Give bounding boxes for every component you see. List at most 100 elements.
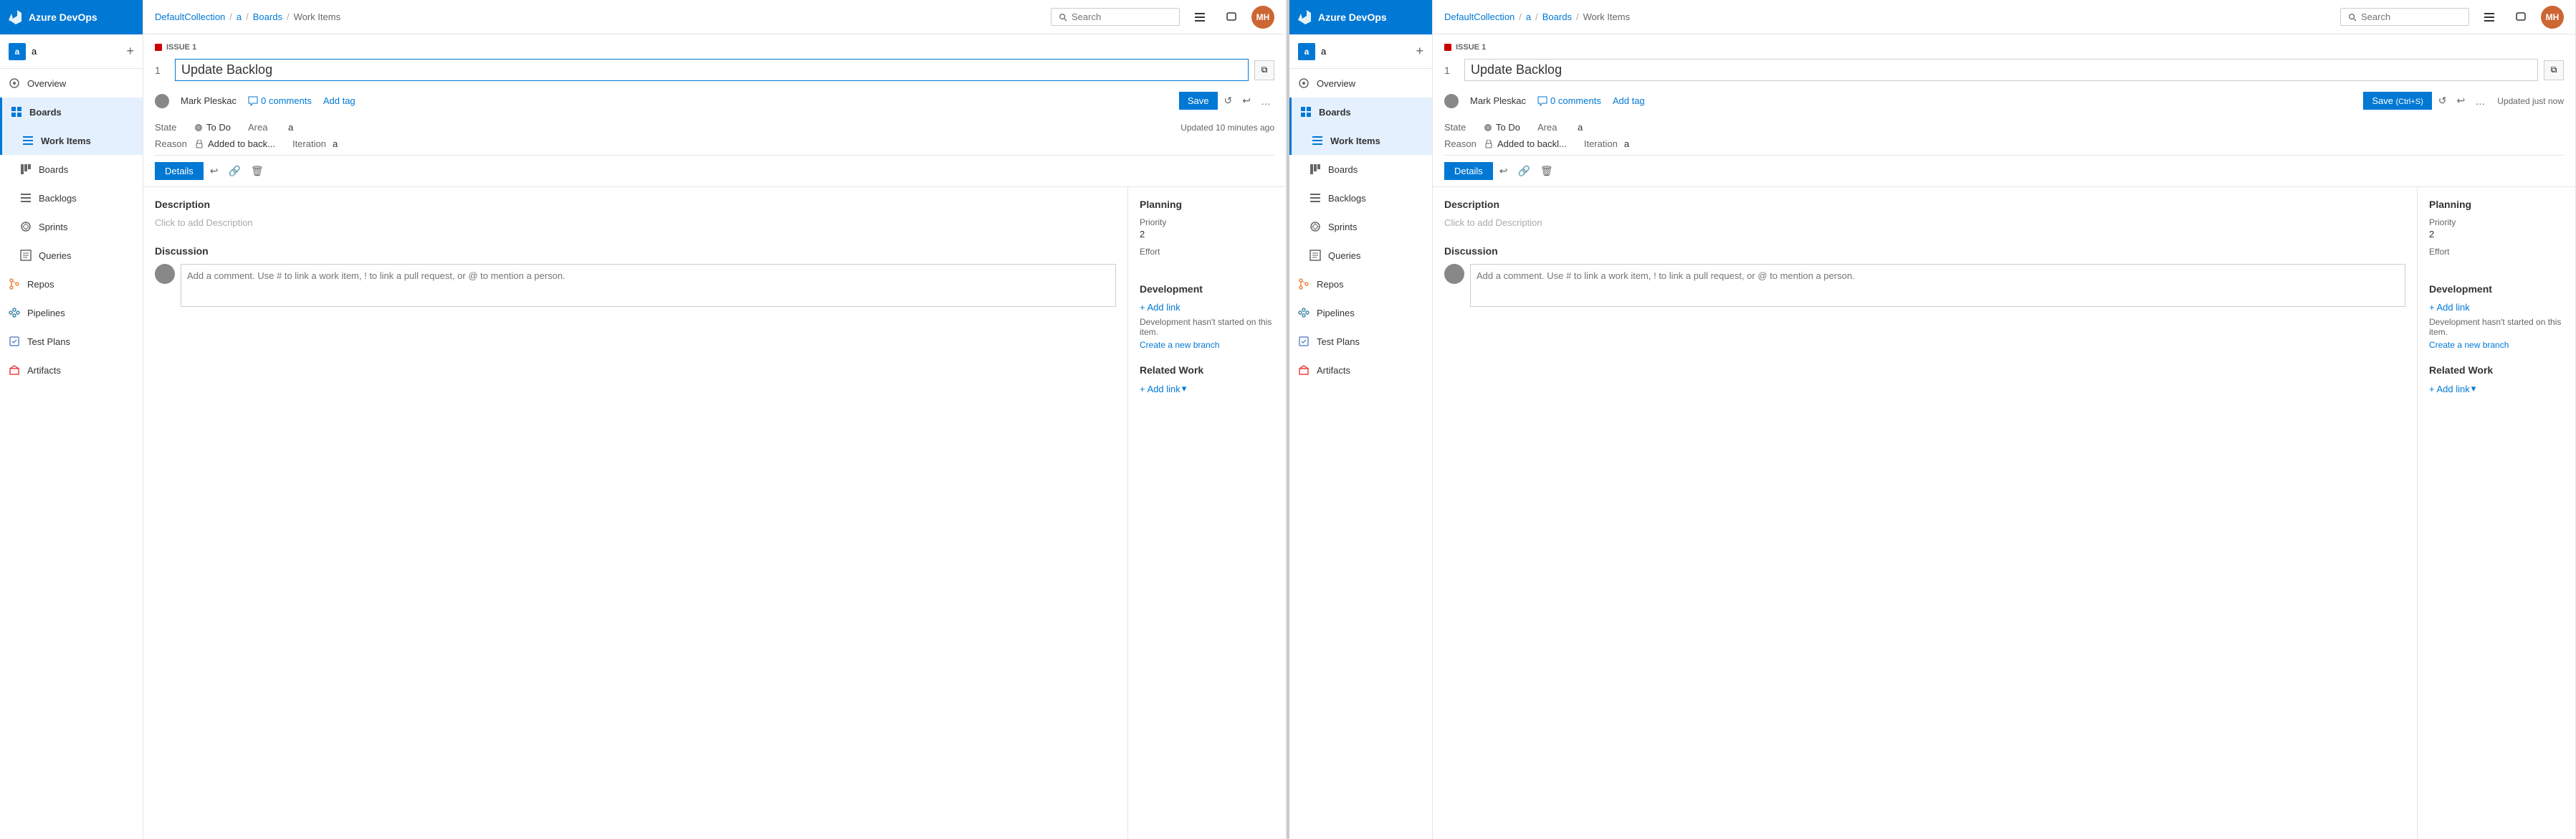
comment-input-right[interactable]	[1470, 264, 2405, 307]
details-tab-left[interactable]: Details	[155, 162, 204, 180]
sidebar-item-artifacts-right[interactable]: Artifacts	[1289, 356, 1432, 384]
sidebar-item-overview-right[interactable]: Overview	[1289, 69, 1432, 98]
more-button-left[interactable]: …	[1257, 92, 1274, 110]
discussion-section-left: Discussion	[155, 245, 1116, 307]
save-button-right[interactable]: Save (Ctrl+S)	[2363, 92, 2431, 110]
sidebar-item-repos-right[interactable]: Repos	[1289, 270, 1432, 298]
breadcrumb-boards-right[interactable]: Boards	[1542, 11, 1572, 22]
sidebar-item-sprints-left[interactable]: Sprints	[0, 212, 143, 241]
iteration-value-left[interactable]: a	[333, 138, 338, 149]
description-title-right: Description	[1444, 199, 2405, 210]
copy-title-button-right[interactable]: ⧉	[2544, 60, 2564, 80]
reason-row-right: Reason Added to backl... Iteration a	[1444, 136, 2564, 155]
sidebar-item-boards2-right[interactable]: Boards	[1289, 155, 1432, 184]
state-value-right[interactable]: To Do	[1496, 122, 1520, 133]
overview-label-right: Overview	[1317, 78, 1355, 89]
add-tag-left[interactable]: Add tag	[323, 95, 356, 106]
area-value-right[interactable]: a	[1578, 122, 1583, 133]
sidebar-item-pipelines-left[interactable]: Pipelines	[0, 298, 143, 327]
area-value-left[interactable]: a	[288, 122, 293, 133]
history-tab-right[interactable]: ↩	[1496, 161, 1512, 181]
sidebar-item-testplans-right[interactable]: Test Plans	[1289, 327, 1432, 356]
effort-value-left[interactable]	[1140, 258, 1274, 269]
add-project-button-left[interactable]: +	[126, 44, 134, 59]
description-placeholder-left[interactable]: Click to add Description	[155, 217, 1116, 228]
related-add-link-right[interactable]: + Add link ▾	[2429, 383, 2564, 394]
sidebar-item-boards-right[interactable]: Boards	[1289, 98, 1432, 126]
delete-tab-right[interactable]: 🗑	[1537, 161, 1557, 181]
undo-button-right[interactable]: ↩	[2453, 91, 2469, 110]
workitems-icon-left	[22, 135, 34, 146]
sidebar-item-queries-right[interactable]: Queries	[1289, 241, 1432, 270]
title-input-left[interactable]	[175, 59, 1249, 81]
author-name-right: Mark Pleskac	[1470, 95, 1526, 106]
comment-input-left[interactable]	[181, 264, 1116, 307]
sidebar-item-artifacts-left[interactable]: Artifacts	[0, 356, 143, 384]
col-left-left: Description Click to add Description Dis…	[143, 187, 1128, 839]
sidebar-item-overview-left[interactable]: Overview	[0, 69, 143, 98]
breadcrumb-a-left[interactable]: a	[237, 11, 242, 22]
copy-title-button-left[interactable]: ⧉	[1254, 60, 1274, 80]
sprints-icon-right	[1310, 221, 1321, 232]
iteration-value-right[interactable]: a	[1624, 138, 1629, 149]
comments-link-left[interactable]: 0 comments	[248, 95, 312, 106]
lock-icon-right	[1484, 140, 1493, 148]
description-placeholder-right[interactable]: Click to add Description	[1444, 217, 2405, 228]
add-tag-right[interactable]: Add tag	[1613, 95, 1645, 106]
search-box-left[interactable]	[1051, 8, 1180, 26]
view-toggle-right[interactable]	[2478, 6, 2501, 29]
sidebar-item-boards-left[interactable]: Boards	[0, 98, 143, 126]
state-value-left[interactable]: To Do	[206, 122, 231, 133]
sidebar-item-workitems-right[interactable]: Work Items	[1289, 126, 1432, 155]
add-project-button-right[interactable]: +	[1416, 44, 1423, 59]
add-link-button-left[interactable]: + Add link	[1140, 302, 1274, 313]
sidebar-item-pipelines-right[interactable]: Pipelines	[1289, 298, 1432, 327]
user-avatar-left[interactable]: MH	[1251, 6, 1274, 29]
breadcrumb-defaultcollection-left[interactable]: DefaultCollection	[155, 11, 225, 22]
create-branch-link-left[interactable]: Create a new branch	[1140, 340, 1274, 350]
queries-icon-left	[20, 250, 32, 261]
priority-value-right[interactable]: 2	[2429, 229, 2564, 240]
sidebar-item-backlogs-right[interactable]: Backlogs	[1289, 184, 1432, 212]
timestamp-left: Updated 10 minutes ago	[1180, 123, 1274, 133]
two-col-right: Description Click to add Description Dis…	[1433, 187, 2575, 839]
comments-link-right[interactable]: 0 comments	[1537, 95, 1601, 106]
sidebar-item-backlogs-left[interactable]: Backlogs	[0, 184, 143, 212]
notifications-left[interactable]	[1220, 6, 1243, 29]
priority-value-left[interactable]: 2	[1140, 229, 1274, 240]
add-link-button-right[interactable]: + Add link	[2429, 302, 2564, 313]
breadcrumb-defaultcollection-right[interactable]: DefaultCollection	[1444, 11, 1514, 22]
reason-value-left[interactable]: Added to back...	[208, 138, 275, 149]
sidebar-item-queries-left[interactable]: Queries	[0, 241, 143, 270]
refresh-button-right[interactable]: ↺	[2435, 91, 2451, 110]
reason-value-right[interactable]: Added to backl...	[1497, 138, 1567, 149]
search-box-right[interactable]	[2340, 8, 2469, 26]
breadcrumb-boards-left[interactable]: Boards	[253, 11, 282, 22]
more-button-right[interactable]: …	[2471, 92, 2489, 110]
history-tab-left[interactable]: ↩	[206, 161, 222, 181]
sidebar-item-sprints-right[interactable]: Sprints	[1289, 212, 1432, 241]
notifications-right[interactable]	[2509, 6, 2532, 29]
view-toggle-left[interactable]	[1188, 6, 1211, 29]
sidebar-item-testplans-left[interactable]: Test Plans	[0, 327, 143, 356]
author-name-left: Mark Pleskac	[181, 95, 237, 106]
sidebar-item-boards2-left[interactable]: Boards	[0, 155, 143, 184]
create-branch-link-right[interactable]: Create a new branch	[2429, 340, 2564, 350]
sidebar-item-repos-left[interactable]: Repos	[0, 270, 143, 298]
user-avatar-right[interactable]: MH	[2541, 6, 2564, 29]
undo-button-left[interactable]: ↩	[1239, 91, 1254, 110]
details-tab-right[interactable]: Details	[1444, 162, 1493, 180]
related-add-link-left[interactable]: + Add link ▾	[1140, 383, 1274, 394]
refresh-button-left[interactable]: ↺	[1221, 91, 1236, 110]
search-input-left[interactable]	[1072, 11, 1172, 22]
sidebar-item-workitems-left[interactable]: Work Items	[0, 126, 143, 155]
link-tab-left[interactable]: 🔗	[224, 161, 244, 181]
link-tab-right[interactable]: 🔗	[1514, 161, 1533, 181]
save-button-left[interactable]: Save	[1179, 92, 1218, 110]
boards-icon-left	[11, 106, 22, 118]
search-input-right[interactable]	[2361, 11, 2461, 22]
breadcrumb-a-right[interactable]: a	[1526, 11, 1531, 22]
title-input-right[interactable]	[1464, 59, 2538, 81]
delete-tab-left[interactable]: 🗑	[247, 161, 267, 181]
effort-value-right[interactable]	[2429, 258, 2564, 269]
